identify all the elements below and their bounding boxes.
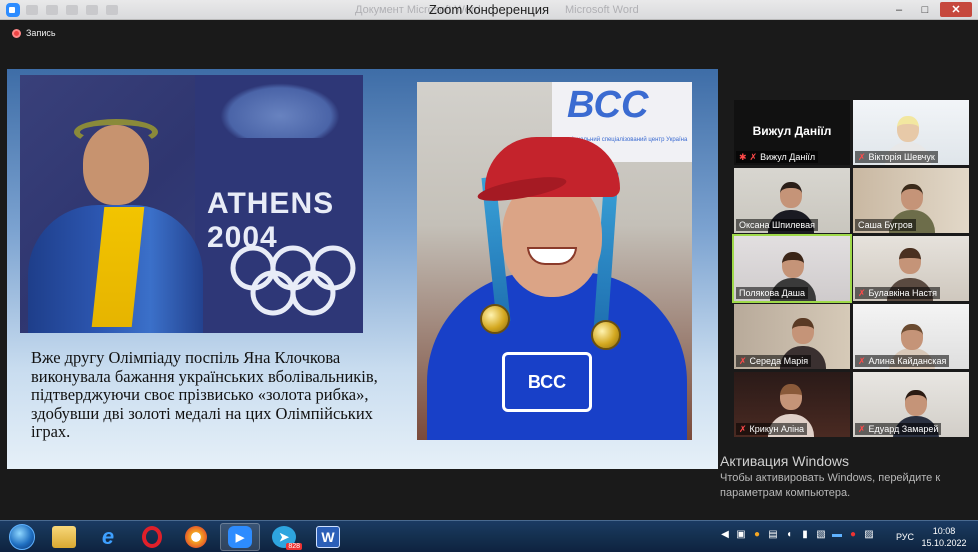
taskbar-clock[interactable]: 10:08 15.10.2022 (920, 525, 968, 549)
window-title: Zoom Конференция (428, 2, 550, 17)
taskbar-telegram[interactable]: ➤ 828 (264, 523, 304, 551)
participant-tile[interactable]: ✗ Едуард Замарей (853, 372, 969, 437)
gold-medal-icon (591, 320, 621, 350)
medals-photo: ВСС національний спеціалізований центр У… (417, 82, 692, 440)
minimize-button[interactable]: – (888, 2, 910, 17)
maximize-button[interactable]: □ (914, 2, 936, 17)
internet-explorer-icon: e (101, 524, 115, 549)
telegram-unread-badge: 828 (286, 543, 302, 550)
mic-muted-icon: ✗ (739, 355, 747, 366)
participant-name: Крикун Аліна (749, 424, 805, 434)
participant-tile[interactable]: Вижул Даніїл ✱ ✗ Вижул Даніїл (734, 100, 850, 165)
shared-screen-slide: ATHENS 2004 ВСС національний спеціалізов… (7, 69, 718, 469)
participant-name: Вижул Даніїл (760, 152, 816, 162)
folder-icon (52, 526, 76, 548)
tray-arrow-icon[interactable]: ◀ (720, 530, 730, 540)
network-icon[interactable]: ▮ (800, 530, 810, 540)
yandex-browser-icon (185, 526, 207, 548)
participant-tile[interactable]: ✗ Булавкіна Настя (853, 236, 969, 301)
windows-taskbar: e ▶ ➤ 828 W ◀ ▣ ● ▤ ◖ ▮ ▧ ▬ ● ▨ РУС 10:0… (0, 520, 978, 552)
taskbar-internet-explorer[interactable]: e (88, 523, 128, 551)
participant-name: Алина Кайданская (868, 356, 947, 366)
participant-tile-active-speaker[interactable]: Полякова Даша (732, 234, 852, 303)
tray-app-icon[interactable]: ▤ (768, 530, 778, 540)
title-bar: Документ Microsoft Word Zoom Конференция… (0, 0, 978, 20)
tray-app-icon[interactable]: ● (848, 530, 858, 540)
tray-app-icon[interactable]: ▬ (832, 530, 842, 540)
mic-muted-icon: ✗ (739, 423, 747, 434)
mic-muted-icon: ✗ (858, 287, 866, 298)
ghost-app-name: Microsoft Word (565, 4, 639, 16)
participant-name: Саша Бугров (858, 220, 913, 230)
clock-time: 10:08 (932, 526, 956, 536)
mic-muted-icon: ✗ (749, 151, 758, 162)
pin-icon: ✱ (739, 151, 747, 162)
opera-icon (142, 526, 162, 548)
recording-label: Запись (26, 28, 56, 38)
mic-muted-icon: ✗ (858, 355, 866, 366)
taskbar-yandex-browser[interactable] (176, 523, 216, 551)
gold-medal-icon (480, 304, 510, 334)
participant-name: Вікторія Шевчук (868, 152, 935, 162)
recording-indicator[interactable]: Запись (12, 28, 56, 38)
participant-name: Середа Марія (749, 356, 809, 366)
participant-tile[interactable]: ✗ Алина Кайданская (853, 304, 969, 369)
word-icon: W (316, 526, 340, 548)
close-button[interactable]: ✕ (940, 2, 972, 17)
clock-date: 15.10.2022 (921, 538, 967, 548)
language-indicator[interactable]: РУС (896, 532, 914, 542)
mic-muted-icon: ✗ (858, 423, 866, 434)
tray-app-icon[interactable]: ▨ (864, 530, 874, 540)
system-tray: ◀ ▣ ● ▤ ◖ ▮ ▧ ▬ ● ▨ (720, 530, 874, 540)
tray-app-icon[interactable]: ▣ (736, 530, 746, 540)
participant-tile[interactable]: ✗ Вікторія Шевчук (853, 100, 969, 165)
tray-app-icon[interactable]: ▧ (816, 530, 826, 540)
windows-start-icon (9, 524, 35, 550)
meeting-area: Запись ATHENS 2004 ВСС національний спец… (0, 21, 978, 520)
participant-tile[interactable]: ✗ Крикун Аліна (734, 372, 850, 437)
tray-app-icon[interactable]: ● (752, 530, 762, 540)
shirt-logo: ВСС (502, 352, 592, 412)
start-button[interactable] (2, 523, 42, 551)
olympic-rings-icon (230, 245, 356, 316)
participant-name: Едуард Замарей (868, 424, 939, 434)
participant-tile[interactable]: Саша Бугров (853, 168, 969, 233)
window-controls: – □ ✕ (888, 2, 972, 17)
participant-name: Оксана Шпилевая (739, 220, 815, 230)
taskbar-word[interactable]: W (308, 523, 348, 551)
volume-icon[interactable]: ◖ (784, 530, 794, 540)
participant-display-name: Вижул Даніїл (752, 124, 832, 138)
slide-paragraph: Вже другу Олімпіаду поспіль Яна Клочкова… (31, 348, 378, 442)
taskbar-opera[interactable] (132, 523, 172, 551)
participant-tile[interactable]: Оксана Шпилевая (734, 168, 850, 233)
taskbar-zoom[interactable]: ▶ (220, 523, 260, 551)
zoom-icon: ▶ (228, 526, 252, 548)
participant-tile[interactable]: ✗ Середа Марія (734, 304, 850, 369)
participant-name: Полякова Даша (739, 288, 805, 298)
taskbar-explorer[interactable] (44, 523, 84, 551)
athlete-figure (28, 119, 208, 333)
athens-photo: ATHENS 2004 (20, 75, 363, 333)
windows-activation-watermark: Активация Windows Чтобы активировать Win… (720, 453, 941, 499)
record-icon (12, 28, 21, 38)
participant-name: Булавкіна Настя (868, 288, 938, 298)
mic-muted-icon: ✗ (858, 151, 866, 162)
